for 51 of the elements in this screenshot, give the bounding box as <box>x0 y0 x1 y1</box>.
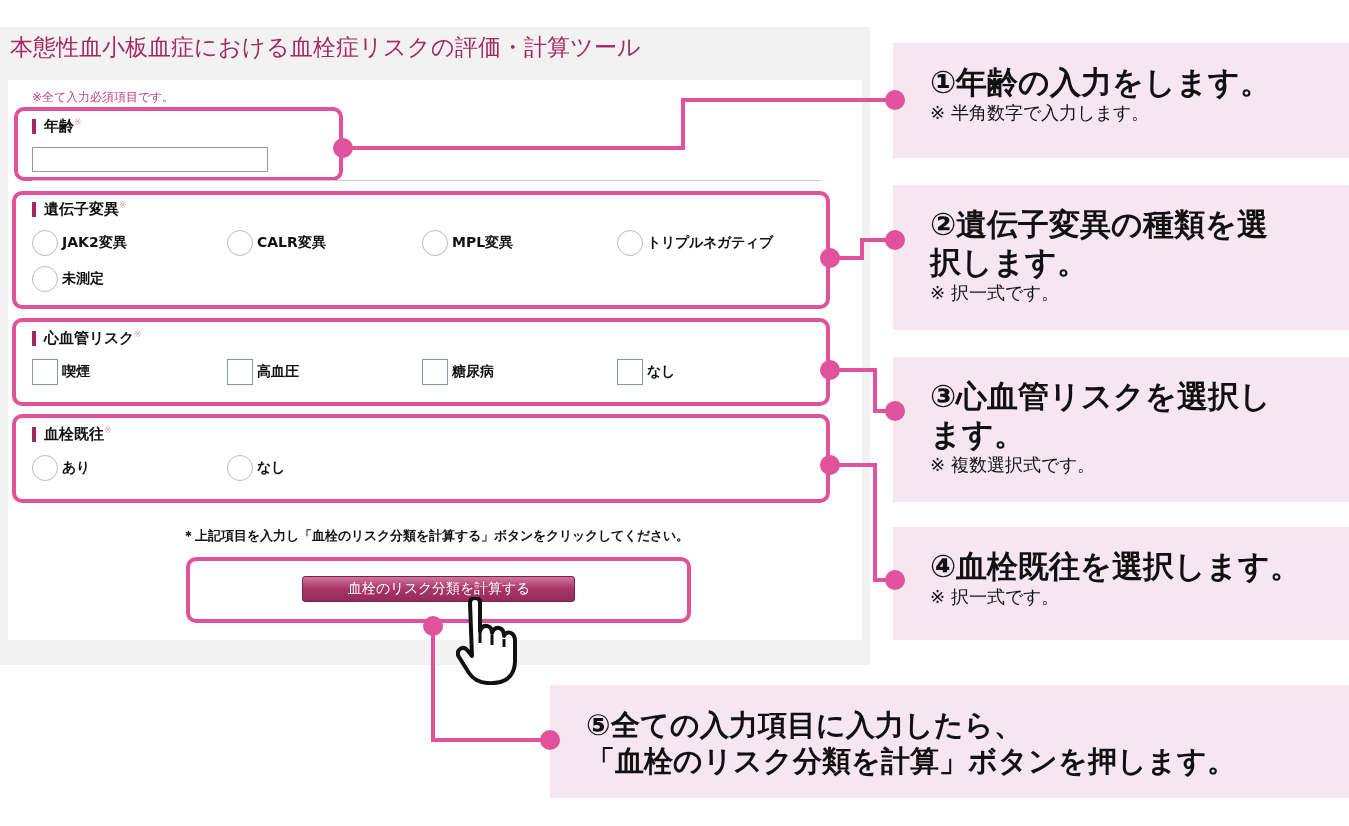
callout-note: ※ 半角数字で入力します。 <box>930 101 1149 125</box>
option-label: 未測定 <box>62 270 104 288</box>
option-label: なし <box>257 459 285 477</box>
callout-title: ②遺伝子変異の種類を選 <box>930 205 1269 243</box>
option-label: 高血圧 <box>257 363 299 381</box>
callout-title: ①年齢の入力をします。 <box>930 63 1272 101</box>
field-label: 遺伝子変異 <box>44 199 119 219</box>
callout-title: 択します。 <box>930 243 1088 281</box>
option-label: 喫煙 <box>62 363 90 381</box>
required-mark: ※ <box>134 329 142 339</box>
checkbox[interactable] <box>32 359 58 385</box>
label-bar <box>32 330 36 346</box>
radio-button[interactable] <box>227 230 253 256</box>
label-bar <box>32 426 36 442</box>
radio-button[interactable] <box>32 455 58 481</box>
checkbox[interactable] <box>227 359 253 385</box>
field-label: 年齢 <box>44 116 74 136</box>
field-label: 心血管リスク <box>44 328 134 348</box>
radio-button[interactable] <box>32 266 58 292</box>
instruction-text: ＊上記項目を入力し「血栓のリスク分類を計算する」ボタンをクリックしてください。 <box>180 527 690 545</box>
checkbox[interactable] <box>617 359 643 385</box>
callout-note: ※ 択一式です。 <box>930 585 1059 609</box>
radio-button[interactable] <box>32 230 58 256</box>
callout-note: ※ 複数選択式です。 <box>930 453 1095 477</box>
required-mark: ※ <box>119 200 127 210</box>
label-bar <box>32 201 36 217</box>
label-bar <box>32 118 36 134</box>
option-label: トリプルネガティブ <box>647 234 773 252</box>
callout-title: ⑤全ての入力項目に入力したら、 <box>586 707 1023 743</box>
required-mark: ※ <box>104 425 112 435</box>
callout-title: 「血栓のリスク分類を計算」ボタンを押します。 <box>586 743 1236 779</box>
option-label: 糖尿病 <box>452 363 494 381</box>
age-input[interactable] <box>32 147 268 172</box>
callout-title: ④血栓既往を選択します。 <box>930 547 1302 585</box>
callout-title: ③心血管リスクを選択し <box>930 377 1272 415</box>
option-label: あり <box>62 459 90 477</box>
checkbox[interactable] <box>422 359 448 385</box>
option-label: CALR変異 <box>257 234 326 252</box>
page-title: 本態性血小板血症における血栓症リスクの評価・計算ツール <box>9 33 642 62</box>
option-label: なし <box>647 363 675 381</box>
callout-title: ます。 <box>930 415 1025 453</box>
option-label: MPL変異 <box>452 234 514 252</box>
option-label: JAK2変異 <box>62 234 127 252</box>
calculate-button[interactable]: 血栓のリスク分類を計算する <box>302 576 575 602</box>
field-label: 血栓既往 <box>44 424 104 444</box>
required-mark: ※ <box>74 117 82 127</box>
callout-note: ※ 択一式です。 <box>930 281 1059 305</box>
required-note: ※全て入力必須項目です。 <box>31 90 176 106</box>
radio-button[interactable] <box>422 230 448 256</box>
radio-button[interactable] <box>227 455 253 481</box>
radio-button[interactable] <box>617 230 643 256</box>
